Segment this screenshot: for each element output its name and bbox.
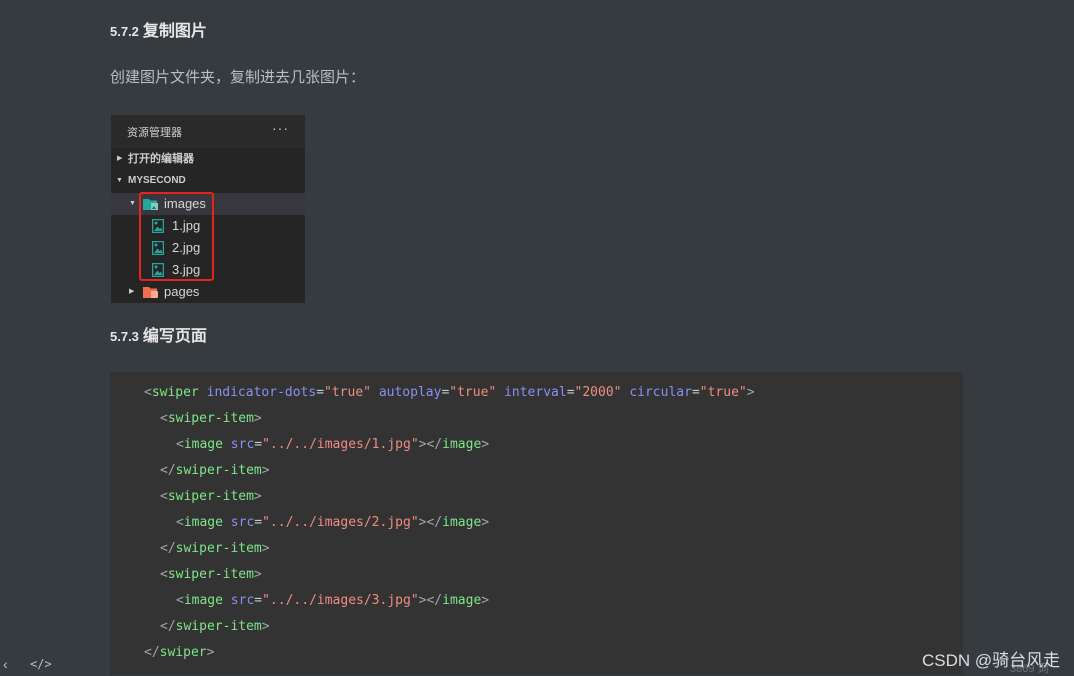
explorer-title: 资源管理器	[127, 127, 182, 139]
code-line: <swiper indicator-dots="true" autoplay="…	[144, 385, 755, 400]
chevron-down-icon: ▼	[129, 200, 136, 207]
project-label: MYSECOND	[128, 175, 186, 186]
section-number: 5.7.2	[110, 24, 139, 39]
highlight-box	[139, 192, 214, 281]
paragraph: 创建图片文件夹，复制进去几张图片：	[110, 69, 366, 86]
code-line: <image src="../../images/1.jpg"></image>	[176, 437, 490, 452]
open-editors-label: 打开的编辑器	[128, 153, 194, 165]
code-icon[interactable]: </>	[30, 657, 52, 671]
code-line: </swiper-item>	[160, 463, 270, 478]
explorer-header: 资源管理器 ···	[111, 115, 305, 148]
section-title: 编写页面	[142, 328, 207, 345]
code-line: <image src="../../images/2.jpg"></image>	[176, 515, 490, 530]
watermark: CSDN @骑台风走	[922, 651, 1061, 670]
pages-folder-icon	[143, 287, 158, 298]
section-title: 复制图片	[142, 23, 207, 40]
project-row: ▼ MYSECOND	[111, 170, 305, 192]
section-heading-5-7-3: 5.7.3 编写页面	[110, 327, 207, 347]
code-line: <swiper-item>	[160, 489, 262, 504]
chevron-left-icon[interactable]: ‹	[3, 656, 8, 672]
folder-row-pages: ▶ pages	[111, 281, 305, 303]
open-editors-row: ▶ 打开的编辑器	[111, 148, 305, 170]
code-line: </swiper-item>	[160, 619, 270, 634]
code-line: <swiper-item>	[160, 567, 262, 582]
chevron-down-icon: ▼	[116, 177, 123, 184]
section-heading-5-7-2: 5.7.2 复制图片	[110, 22, 207, 42]
code-line: </swiper>	[144, 645, 215, 660]
code-block: <swiper indicator-dots="true" autoplay="…	[110, 372, 963, 675]
code-line: </swiper-item>	[160, 541, 270, 556]
code-line: <image src="../../images/3.jpg"></image>	[176, 593, 490, 608]
folder-label: pages	[164, 284, 200, 299]
chevron-right-icon: ▶	[117, 155, 123, 162]
section-number: 5.7.3	[110, 329, 139, 344]
code-line: <swiper-item>	[160, 411, 262, 426]
more-icon: ···	[272, 120, 289, 136]
chevron-right-icon: ▶	[129, 288, 135, 295]
